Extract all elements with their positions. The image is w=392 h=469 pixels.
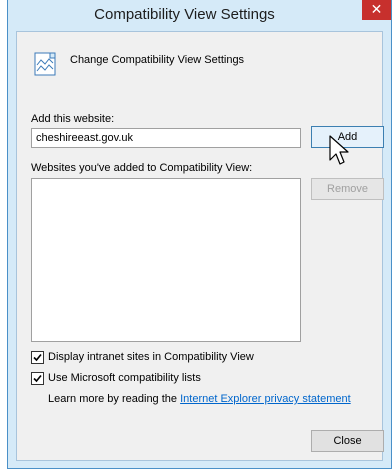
- microsoft-lists-label[interactable]: Use Microsoft compatibility lists: [48, 372, 201, 384]
- close-button[interactable]: Close: [311, 430, 384, 452]
- close-icon[interactable]: ✕: [362, 0, 391, 20]
- websites-listbox[interactable]: [31, 178, 301, 342]
- website-input[interactable]: [31, 128, 301, 148]
- intranet-checkbox[interactable]: [31, 351, 44, 364]
- mouse-cursor-icon: [329, 135, 349, 165]
- intranet-label[interactable]: Display intranet sites in Compatibility …: [48, 351, 254, 363]
- learn-more-text: Learn more by reading the Internet Explo…: [48, 393, 351, 405]
- dialog-window: Compatibility View Settings ✕ Change Com…: [7, 0, 392, 469]
- dialog-body: Change Compatibility View Settings Add t…: [16, 31, 384, 461]
- microsoft-lists-checkbox[interactable]: [31, 372, 44, 385]
- compatibility-view-icon: [34, 52, 56, 76]
- websites-list-label: Websites you've added to Compatibility V…: [31, 162, 253, 174]
- checkmark-icon: [33, 353, 42, 362]
- remove-button[interactable]: Remove: [311, 178, 384, 200]
- learn-more-prefix: Learn more by reading the: [48, 393, 181, 405]
- checkmark-icon: [33, 374, 42, 383]
- privacy-statement-link[interactable]: Internet Explorer privacy statement: [180, 393, 351, 405]
- header-text: Change Compatibility View Settings: [70, 54, 245, 66]
- add-website-label: Add this website:: [31, 113, 115, 125]
- dialog-title: Compatibility View Settings: [94, 6, 275, 23]
- title-bar[interactable]: Compatibility View Settings ✕: [8, 0, 391, 31]
